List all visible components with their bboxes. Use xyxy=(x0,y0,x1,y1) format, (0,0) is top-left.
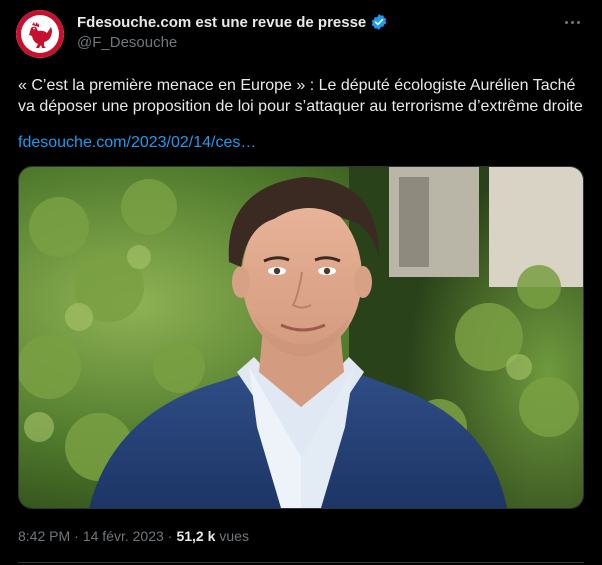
rooster-logo-icon xyxy=(16,10,64,58)
views-label: vues xyxy=(219,528,249,544)
meta-separator: · xyxy=(74,528,79,544)
tweet-image[interactable] xyxy=(18,166,584,509)
tweet-link[interactable]: fdesouche.com/2023/02/14/ces… xyxy=(18,134,256,152)
tweet: Fdesouche.com est une revue de presse @F… xyxy=(0,0,602,565)
tweet-date[interactable]: 14 févr. 2023 xyxy=(83,528,164,544)
avatar[interactable] xyxy=(16,10,64,58)
author-handle[interactable]: @F_Desouche xyxy=(77,34,177,51)
author-name-row[interactable]: Fdesouche.com est une revue de presse xyxy=(77,12,388,32)
views-count[interactable]: 51,2 k xyxy=(176,528,215,544)
verified-badge-icon xyxy=(370,13,388,31)
portrait-photo xyxy=(19,167,583,508)
tweet-meta: 8:42 PM · 14 févr. 2023 · 51,2 k vues xyxy=(18,528,249,544)
more-options-icon[interactable] xyxy=(560,10,584,34)
tweet-text: « C’est la première menace en Europe » :… xyxy=(18,77,583,115)
divider xyxy=(18,562,584,563)
display-name[interactable]: Fdesouche.com est une revue de presse xyxy=(77,14,366,31)
tweet-time[interactable]: 8:42 PM xyxy=(18,528,70,544)
meta-separator: · xyxy=(167,528,173,544)
